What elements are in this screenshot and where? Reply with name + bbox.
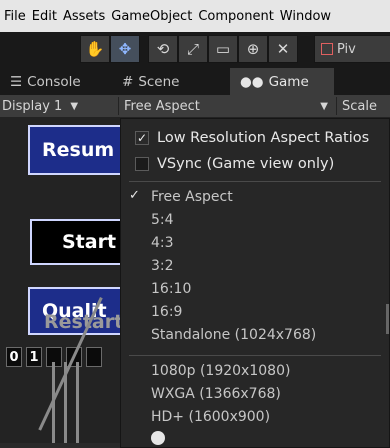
move-icon: ✥	[118, 40, 132, 58]
scale-slider-label[interactable]: Scale	[342, 95, 377, 117]
low-res-label: Low Resolution Aspect Ratios	[157, 130, 370, 146]
rect-tool-button[interactable]: ▭	[208, 35, 238, 63]
chevron-down-icon: ▼	[70, 100, 79, 112]
tab-scene[interactable]: # Scene	[112, 68, 224, 95]
tab-console-label: Console	[27, 73, 81, 90]
aspect-option-16-9[interactable]: 16:9	[151, 302, 182, 322]
tab-bar: ☰ Console # Scene ●● Game	[0, 68, 390, 95]
game-view-toolbar: Display 1 ▼ Free Aspect ▼ Scale	[0, 95, 390, 117]
aspect-label: Free Aspect	[124, 98, 200, 114]
menu-bar: File Edit Assets GameObject Component Wi…	[0, 0, 390, 32]
separator	[118, 97, 119, 115]
chevron-down-icon: ▼	[320, 100, 328, 112]
rect-icon: ▭	[215, 40, 231, 58]
tab-scene-label: Scene	[138, 73, 180, 90]
checkbox-checked-icon: ✓	[135, 131, 149, 145]
vsync-toggle[interactable]: VSync (Game view only)	[135, 153, 334, 175]
display-dropdown[interactable]: Display 1 ▼	[2, 95, 78, 117]
tab-game[interactable]: ●● Game	[230, 68, 334, 95]
scrollbar[interactable]	[386, 304, 389, 334]
pivot-toggle-button[interactable]: Piv	[314, 35, 390, 63]
hand-icon: ✋	[85, 40, 105, 58]
tools-toolbar: ✋ ✥ ⟲ ⤢ ▭ ⊕ ✕ Piv	[0, 32, 390, 68]
aspect-dropdown[interactable]: Free Aspect ▼	[124, 95, 332, 117]
selected-check-icon: ✓	[129, 188, 140, 203]
divider	[129, 355, 381, 356]
aspect-option-16-10[interactable]: 16:10	[151, 279, 191, 299]
aspect-option-5-4[interactable]: 5:4	[151, 210, 174, 230]
debug-line	[76, 362, 79, 443]
menu-window[interactable]: Window	[280, 9, 331, 24]
grid-cell-1[interactable]: 1	[26, 347, 42, 367]
resolution-option-wxga[interactable]: WXGA (1366x768)	[151, 384, 281, 404]
grid-cell-0[interactable]: 0	[6, 347, 22, 367]
aspect-option-standalone[interactable]: Standalone (1024x768)	[151, 325, 316, 345]
vsync-label: VSync (Game view only)	[157, 156, 335, 172]
hash-icon: #	[122, 73, 134, 90]
aspect-option-free[interactable]: Free Aspect	[151, 187, 233, 207]
divider	[129, 181, 381, 182]
tab-console[interactable]: ☰ Console	[0, 68, 110, 95]
tab-game-label: Game	[268, 73, 309, 90]
menu-gameobject[interactable]: GameObject	[111, 9, 192, 24]
grid-cell[interactable]	[86, 347, 102, 367]
menu-file[interactable]: File	[4, 9, 26, 24]
custom-tool-icon: ✕	[276, 40, 290, 58]
menu-assets[interactable]: Assets	[63, 9, 105, 24]
aspect-option-4-3[interactable]: 4:3	[151, 233, 174, 253]
pivot-icon	[321, 43, 333, 55]
transform-tool-button[interactable]: ⊕	[238, 35, 268, 63]
list-icon: ☰	[10, 73, 23, 90]
resolution-option-1080p[interactable]: 1080p (1920x1080)	[151, 361, 290, 381]
rotate-tool-button[interactable]: ⟲	[148, 35, 178, 63]
checkbox-unchecked-icon	[135, 157, 149, 171]
aspect-dropdown-menu: ✓ Low Resolution Aspect Ratios VSync (Ga…	[120, 118, 390, 448]
rotate-icon: ⟲	[156, 40, 170, 58]
resume-label: Resum	[42, 139, 115, 161]
menu-component[interactable]: Component	[198, 9, 273, 24]
aspect-option-3-2[interactable]: 3:2	[151, 256, 174, 276]
low-res-toggle[interactable]: ✓ Low Resolution Aspect Ratios	[135, 127, 369, 149]
scale-icon: ⤢	[186, 40, 199, 58]
move-tool-button[interactable]: ✥	[110, 35, 140, 63]
pivot-label: Piv	[337, 41, 356, 57]
resolution-option-hd-plus[interactable]: HD+ (1600x900)	[151, 407, 270, 427]
custom-tool-button[interactable]: ✕	[268, 35, 298, 63]
gamepad-icon: ●●	[240, 73, 264, 90]
transform-icon: ⊕	[246, 40, 260, 58]
scale-tool-button[interactable]: ⤢	[178, 35, 208, 63]
scale-label: Scale	[342, 98, 377, 114]
hand-tool-button[interactable]: ✋	[80, 35, 110, 63]
separator	[336, 97, 337, 115]
start-label: Start	[62, 231, 117, 253]
display-label: Display 1	[2, 98, 63, 114]
menu-edit[interactable]: Edit	[32, 9, 57, 24]
